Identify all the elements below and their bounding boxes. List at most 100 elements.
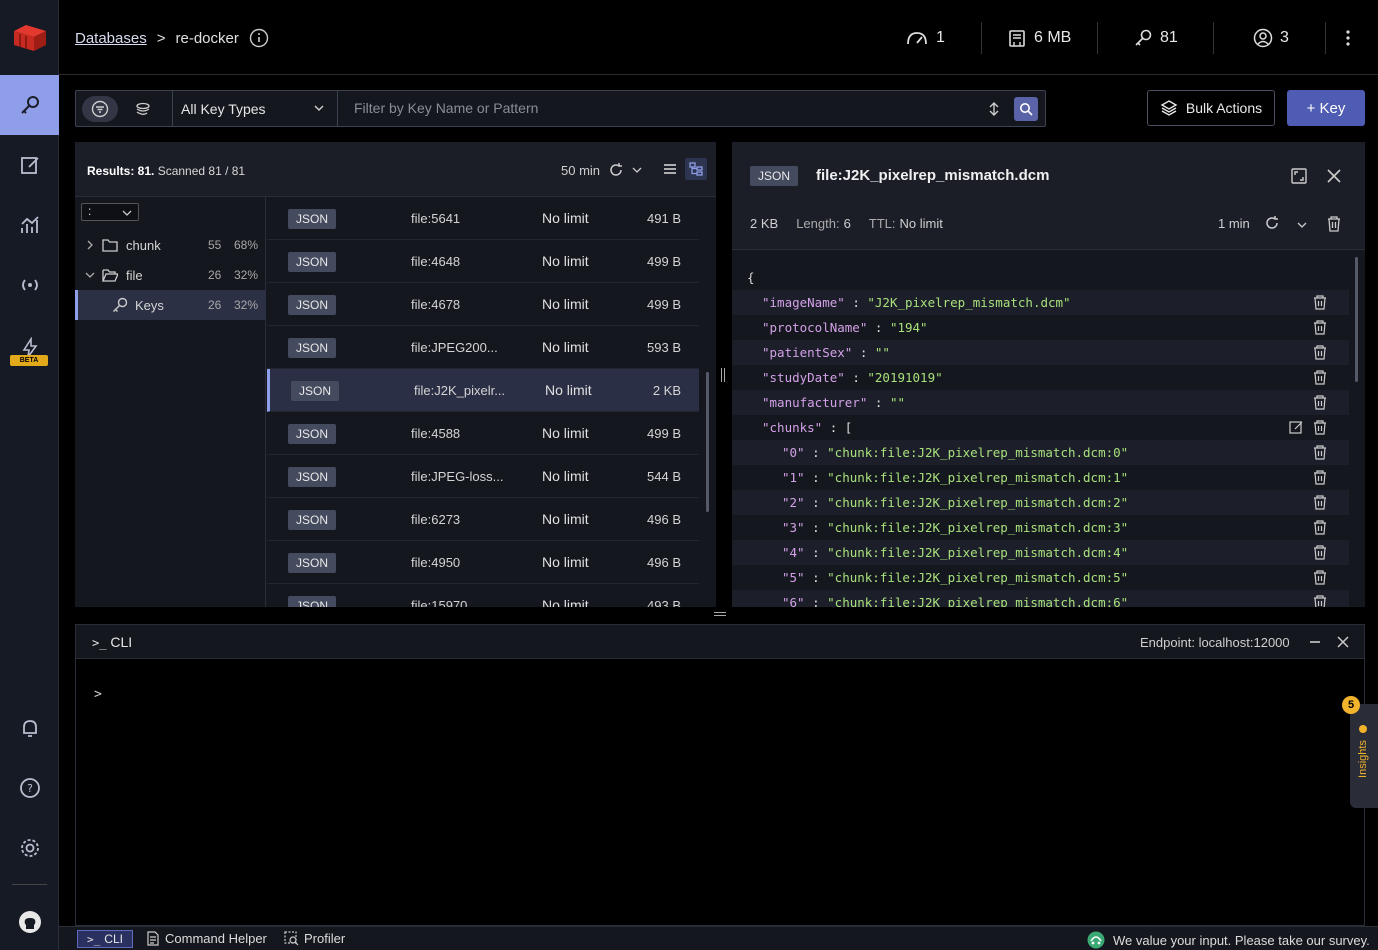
chevron-down-icon[interactable] [632,165,642,175]
key-row[interactable]: JSON file:4588 No limit 499 B [267,412,699,455]
json-field-row[interactable]: "manufacturer" : "" [732,390,1349,415]
json-array-item-row[interactable]: "1" : "chunk:file:J2K_pixelrep_mismatch.… [732,465,1349,490]
json-value: "20191019" [867,370,943,385]
lightbulb-icon [1359,725,1367,733]
trash-icon[interactable] [1312,444,1328,461]
trash-icon[interactable] [1312,494,1328,511]
trash-icon[interactable] [1312,469,1328,486]
json-array-item-row[interactable]: "0" : "chunk:file:J2K_pixelrep_mismatch.… [732,440,1349,465]
insights-label[interactable]: Insights [1357,725,1369,778]
key-row[interactable]: JSON file:4678 No limit 499 B [267,283,699,326]
key-row[interactable]: JSON file:5641 No limit 491 B [267,197,699,240]
command-helper-button[interactable]: Command Helper [146,931,267,946]
trash-icon[interactable] [1312,544,1328,561]
trash-icon[interactable] [1312,519,1328,536]
profiler-button[interactable]: Profiler [284,931,345,946]
more-menu-button[interactable] [1341,26,1355,50]
trash-icon[interactable] [1312,344,1328,361]
edit-icon[interactable] [1288,419,1304,435]
nav-browser[interactable] [0,75,59,135]
tree-view-button[interactable] [685,158,707,180]
cli-resize-handle[interactable] [714,612,726,616]
key-row[interactable]: JSON file:6273 No limit 496 B [267,498,699,541]
key-filter-input[interactable]: Filter by Key Name or Pattern [354,100,538,116]
list-view-button[interactable] [659,158,681,180]
json-array-item-row[interactable]: "2" : "chunk:file:J2K_pixelrep_mismatch.… [732,490,1349,515]
search-button[interactable] [1014,97,1038,121]
trash-icon[interactable] [1312,569,1328,586]
tree-folder-count: 55 [208,238,222,252]
breadcrumb-databases-link[interactable]: Databases [75,30,147,47]
json-field-row[interactable]: "imageName" : "J2K_pixelrep_mismatch.dcm… [732,290,1349,315]
minimize-icon[interactable] [1308,635,1322,649]
json-array-item-row[interactable]: "4" : "chunk:file:J2K_pixelrep_mismatch.… [732,540,1349,565]
key-row-name: file:J2K_pixelr... [414,383,506,398]
json-field-row[interactable]: "patientSex" : "" [732,340,1349,365]
add-key-button[interactable]: + Key [1287,90,1365,126]
key-list-scrollbar[interactable] [706,372,709,512]
key-type-select[interactable]: All Key Types [173,91,338,126]
json-array-item-row[interactable]: "6" : "chunk:file:J2K_pixelrep_mismatch.… [732,590,1349,607]
close-icon[interactable] [1326,168,1342,184]
redis-logo-icon[interactable] [0,0,59,75]
nav-pubsub[interactable] [0,255,59,315]
github-icon [18,911,41,933]
trash-icon[interactable] [1312,319,1328,336]
trash-icon[interactable] [1312,594,1328,607]
refresh-icon[interactable] [608,162,624,178]
keys-stat[interactable]: 81 [1133,26,1178,50]
speedometer-icon [907,32,927,45]
nav-triggers[interactable] [0,318,59,378]
key-name[interactable]: file:J2K_pixelrep_mismatch.dcm [816,167,1049,184]
tree-folder-chunk[interactable]: chunk 55 68% [75,230,266,260]
key-row[interactable]: JSON file:4648 No limit 499 B [267,240,699,283]
bottom-cli-button[interactable]: >_ CLI [77,930,133,948]
key-ttl[interactable]: No limit [900,216,943,231]
trash-icon[interactable] [1312,394,1328,411]
nav-settings[interactable] [0,818,59,878]
key-row-ttl: No limit [542,253,589,269]
json-field-row[interactable]: "studyDate" : "20191019" [732,365,1349,390]
key-row-name: file:6273 [411,512,461,527]
fullscreen-icon[interactable] [1290,167,1308,185]
json-field-row[interactable]: "chunks" : [ [732,415,1349,440]
key-row[interactable]: JSON file:JPEG-loss... No limit 544 B [267,455,699,498]
panel-resize-handle[interactable] [721,368,725,382]
tree-folder-file[interactable]: file 26 32% [75,260,266,290]
close-icon[interactable] [1336,635,1350,649]
cli-prompt[interactable]: > [94,687,102,702]
vector-search-button[interactable] [126,96,162,122]
chevron-down-icon[interactable] [1297,220,1307,230]
json-array-item-row[interactable]: "5" : "chunk:file:J2K_pixelrep_mismatch.… [732,565,1349,590]
refresh-icon[interactable] [1264,215,1280,231]
keys-value: 81 [1160,29,1178,46]
pattern-search-button[interactable] [82,95,118,122]
bulk-actions-button[interactable]: Bulk Actions [1147,90,1275,126]
trash-icon[interactable] [1312,369,1328,386]
nav-workbench[interactable] [0,135,59,195]
trash-icon[interactable] [1312,419,1328,436]
info-icon[interactable] [249,28,269,48]
details-scrollbar[interactable] [1355,257,1358,382]
sort-arrows-icon[interactable] [985,100,1003,118]
ops-stat[interactable]: 1 [905,26,945,50]
tree-leaf-keys[interactable]: Keys 26 32% [75,290,266,320]
key-row[interactable]: JSON file:4950 No limit 496 B [267,541,699,584]
nav-notifications[interactable] [0,698,59,758]
key-row[interactable]: JSON file:15970 No limit 493 B [267,584,699,607]
trash-icon[interactable] [1326,215,1342,233]
key-row[interactable]: JSON file:J2K_pixelr... No limit 2 KB [267,369,699,412]
trash-icon[interactable] [1312,294,1328,311]
nav-github[interactable] [0,892,59,950]
nav-analysis[interactable] [0,195,59,255]
delimiter-select[interactable]: : [81,203,139,221]
nav-help[interactable]: ? [0,758,59,818]
json-field-row[interactable]: "protocolName" : "194" [732,315,1349,340]
key-row[interactable]: JSON file:JPEG200... No limit 593 B [267,326,699,369]
json-array-item-row[interactable]: "3" : "chunk:file:J2K_pixelrep_mismatch.… [732,515,1349,540]
key-row-ttl: No limit [545,382,592,398]
memory-stat[interactable]: 6 MB [1007,26,1071,50]
database-name: re-docker [175,29,239,47]
clients-stat[interactable]: 3 [1253,26,1289,50]
survey-link[interactable]: We value your input. Please take our sur… [1087,931,1370,949]
